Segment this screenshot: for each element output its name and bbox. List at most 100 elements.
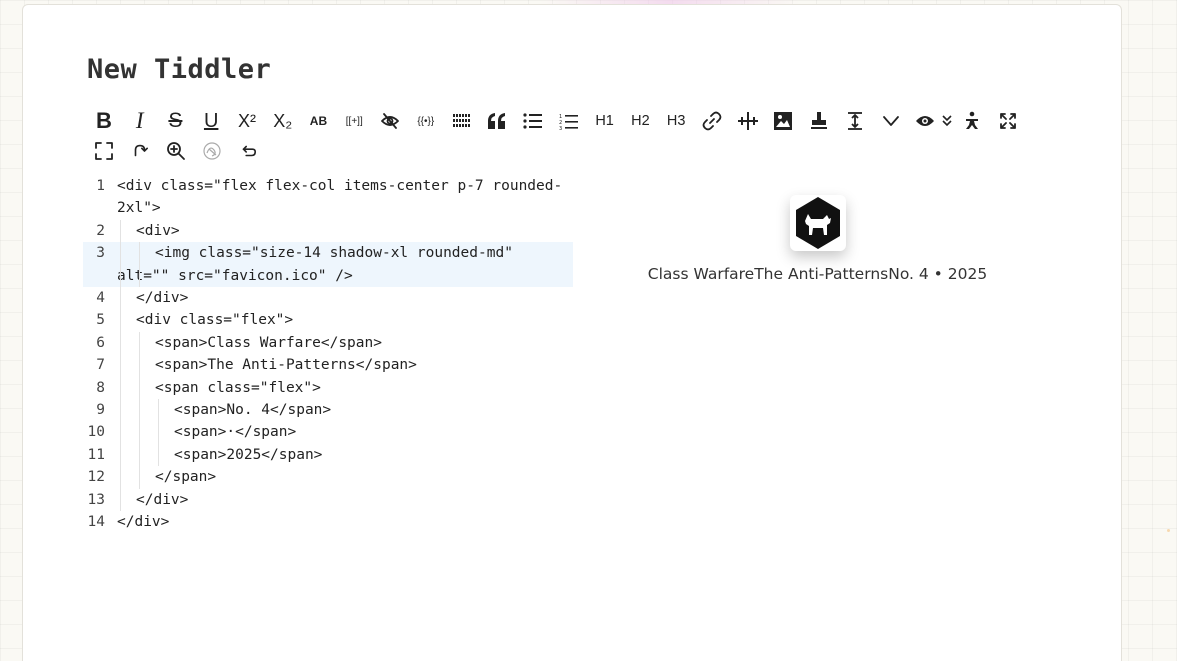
indent-guide — [158, 443, 159, 467]
indent-guide — [120, 242, 121, 288]
transclude-label: [[+]] — [345, 115, 363, 127]
macro-button[interactable]: {{•}} — [408, 106, 444, 136]
code-line[interactable]: 12 </span> — [83, 466, 573, 489]
editor-fullscreen-button[interactable] — [86, 136, 122, 166]
code-line[interactable]: 13 </div> — [83, 488, 573, 512]
picture-button[interactable] — [766, 106, 802, 136]
code-text: <span>The Anti-Patterns</span> — [111, 354, 573, 377]
monospace-button[interactable] — [444, 106, 480, 136]
code-text: <img class="size-14 shadow-xl rounded-md… — [111, 242, 573, 288]
italic-button[interactable]: I — [122, 106, 158, 136]
preview-type-button[interactable] — [941, 106, 955, 136]
preview-button[interactable] — [909, 106, 941, 136]
code-line[interactable]: 7 <span>The Anti-Patterns</span> — [83, 354, 573, 377]
line-number: 14 — [87, 514, 105, 531]
zoom-button[interactable] — [158, 136, 194, 166]
line-number: 13 — [87, 491, 105, 508]
transclude-button[interactable]: [[+]] — [336, 106, 372, 136]
heading-3-label: H3 — [666, 113, 686, 129]
indent-guide — [158, 421, 159, 444]
underline-label: U — [203, 109, 219, 132]
linkify-button[interactable] — [730, 106, 766, 136]
code-line[interactable]: 9 <span>No. 4</span> — [83, 399, 573, 422]
indent-guide — [139, 399, 140, 422]
code-line[interactable]: 6 <span>Class Warfare</span> — [83, 331, 573, 355]
person-button[interactable] — [954, 106, 990, 136]
code-line[interactable]: 1 <div class="flex flex-col items-center … — [83, 175, 573, 220]
code-text: <span>2025</span> — [111, 443, 573, 467]
size-icon — [845, 111, 865, 131]
code-line[interactable]: 11 <span>2025</span> — [83, 443, 573, 467]
more-button[interactable] — [873, 106, 909, 136]
preview-pane: Class Warfare The Anti-Patterns No. 4 • 20… — [600, 195, 1035, 283]
bold-label: B — [95, 108, 112, 133]
code-text: <span>No. 4</span> — [111, 399, 573, 422]
line-number: 9 — [96, 402, 105, 419]
code-line[interactable]: 3 <img class="size-14 shadow-xl rounded-m… — [83, 242, 573, 288]
caption-part: Class Warfare — [647, 265, 755, 283]
bold-button[interactable]: B — [86, 106, 122, 136]
mono-block-icon — [452, 113, 472, 129]
line-number: 7 — [96, 357, 105, 374]
heading-3-button[interactable]: H3 — [658, 106, 694, 136]
code-text: <span class="flex"> — [111, 376, 573, 400]
linkify-icon — [737, 111, 758, 131]
code-text: </span> — [111, 466, 573, 489]
bullet-list-button[interactable] — [515, 106, 551, 136]
undo-button[interactable] — [230, 136, 266, 166]
quote-icon — [487, 112, 507, 130]
fullscreen-button[interactable] — [990, 106, 1026, 136]
line-number: 12 — [87, 469, 105, 486]
code-line[interactable]: 14 </div> — [83, 511, 573, 533]
code-line[interactable]: 5 <div class="flex"> — [83, 309, 573, 332]
code-text: </div> — [117, 514, 170, 531]
underline-button[interactable]: U — [193, 106, 229, 136]
subscript-button[interactable]: X₂ — [265, 106, 301, 136]
smallcaps-button[interactable]: AB — [301, 106, 337, 136]
expand-icon — [998, 111, 1018, 131]
quote-button[interactable] — [479, 106, 515, 136]
superscript-button[interactable]: X² — [229, 106, 265, 136]
editor-toolbar: B I S U X² X₂ AB [[+]] {{•}} 1 2 3 H1 H2 H3 — [86, 106, 1026, 166]
tiddler-title[interactable]: New Tiddler — [87, 54, 271, 85]
caption-part: 2025 — [947, 265, 988, 283]
clear-button[interactable] — [194, 136, 230, 166]
line-number: 5 — [96, 312, 105, 329]
subscript-label: X₂ — [273, 110, 293, 131]
line-number: 3 — [96, 245, 105, 262]
code-editor[interactable]: 1 <div class="flex flex-col items-center … — [83, 175, 573, 534]
heading-2-button[interactable]: H2 — [622, 106, 658, 136]
indent-guide — [120, 309, 121, 332]
code-line[interactable]: 4 </div> — [83, 287, 573, 310]
line-number: 2 — [96, 222, 105, 239]
cat-hexagon-icon — [795, 197, 840, 249]
indent-guide — [120, 488, 121, 512]
code-text: <div class="flex flex-col items-center p… — [117, 178, 563, 217]
rotate-button[interactable] — [122, 136, 158, 166]
line-number: 11 — [87, 446, 105, 463]
indent-guide — [139, 331, 140, 355]
indent-guide — [139, 242, 140, 288]
code-line[interactable]: 8 <span class="flex"> — [83, 376, 573, 400]
heading-1-button[interactable]: H1 — [587, 106, 623, 136]
line-number: 4 — [96, 290, 105, 307]
code-line[interactable]: 10 <span>·</span> — [83, 421, 573, 444]
caption-part: No. 4 — [888, 265, 929, 283]
line-number: 6 — [96, 334, 105, 351]
toolbar-row-1: B I S U X² X₂ AB [[+]] {{•}} 1 2 3 H1 H2 H3 — [86, 106, 1026, 136]
stamp-button[interactable] — [801, 106, 837, 136]
code-line[interactable]: 2 <div> — [83, 219, 573, 243]
size-button[interactable] — [837, 106, 873, 136]
strikethrough-button[interactable]: S — [158, 106, 194, 136]
code-text: <span>·</span> — [111, 421, 573, 444]
magnifier-icon — [166, 141, 186, 161]
caption-part: The Anti-Patterns — [754, 265, 889, 283]
numbered-list-button[interactable]: 123 — [551, 106, 587, 136]
indent-guide — [120, 354, 121, 377]
link-button[interactable] — [694, 106, 730, 136]
indent-guide — [139, 443, 140, 467]
excise-button[interactable] — [372, 106, 408, 136]
preview-caption: Class Warfare The Anti-Patterns No. 4 • 20… — [648, 265, 987, 283]
italic-label: I — [135, 108, 144, 133]
strikethrough-label: S — [168, 109, 183, 132]
